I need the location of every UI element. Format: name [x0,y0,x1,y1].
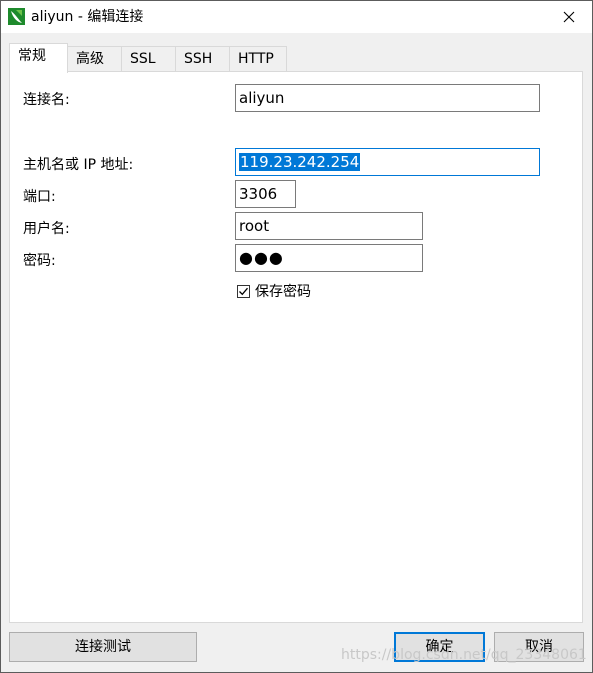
password-label: 密码: [23,253,56,269]
close-button[interactable] [546,1,592,33]
password-value: ●●● [239,248,284,267]
tab-label: SSH [184,51,213,67]
connection-name-input[interactable]: aliyun [235,84,540,112]
port-label: 端口: [23,189,56,205]
host-input[interactable]: 119.23.242.254 [235,148,540,176]
watermark: https://blog.csdn.net/qq_23348061 [341,647,587,663]
save-password-checkbox[interactable] [237,285,250,298]
connection-name-value: aliyun [239,89,285,107]
checkmark-icon [239,287,248,296]
close-icon [563,11,575,23]
general-panel: 连接名: aliyun 主机名或 IP 地址: 119.23.242.254 端… [9,71,583,623]
tab-advanced[interactable]: 高级 [67,46,122,71]
tab-http[interactable]: HTTP [229,46,287,71]
username-input[interactable]: root [235,212,423,240]
password-input[interactable]: ●●● [235,244,423,272]
navicat-leaf-icon [8,8,25,25]
test-connection-button[interactable]: 连接测试 [9,632,197,662]
username-value: root [239,217,270,235]
tab-label: 常规 [18,48,46,64]
edit-connection-dialog: aliyun - 编辑连接 常规 高级 SSL SSH HTTP 连接名: al… [0,0,593,673]
connection-name-label: 连接名: [23,92,70,108]
tab-label: SSL [130,51,156,67]
save-password-label[interactable]: 保存密码 [255,283,311,301]
username-label: 用户名: [23,221,70,237]
title-bar[interactable]: aliyun - 编辑连接 [1,1,592,33]
tab-label: HTTP [238,51,274,67]
test-connection-label: 连接测试 [75,639,131,655]
port-input[interactable]: 3306 [235,180,296,208]
tab-ssl[interactable]: SSL [121,46,176,71]
tab-label: 高级 [76,51,104,67]
tab-ssh[interactable]: SSH [175,46,230,71]
port-value: 3306 [239,185,278,203]
tab-general[interactable]: 常规 [9,43,68,73]
window-title: aliyun - 编辑连接 [31,9,144,25]
host-value: 119.23.242.254 [239,153,361,171]
host-label: 主机名或 IP 地址: [23,157,134,173]
